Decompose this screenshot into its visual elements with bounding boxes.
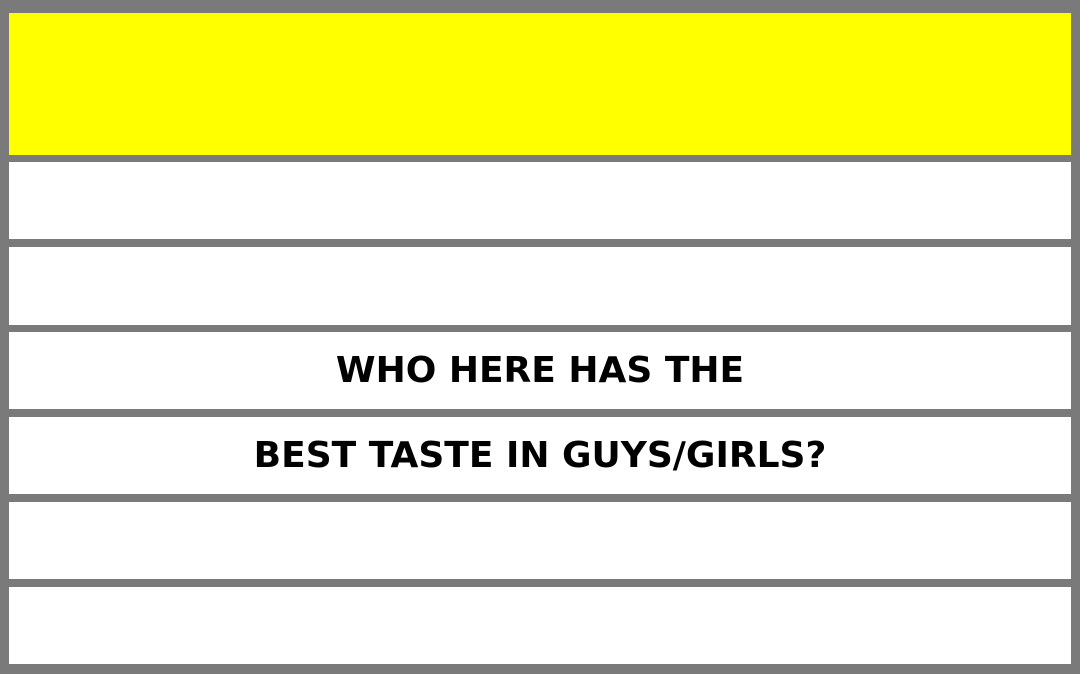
ruled-row-3: WHO HERE HAS THE	[9, 332, 1071, 409]
header-band	[9, 13, 1071, 155]
ruled-row-2	[9, 247, 1071, 325]
ruled-row-6	[9, 587, 1071, 664]
ruled-row-5	[9, 502, 1071, 579]
question-line-1: WHO HERE HAS THE	[335, 350, 745, 391]
ruled-row-1	[9, 162, 1071, 239]
notepad-card: WHO HERE HAS THE BEST TASTE IN GUYS/GIRL…	[0, 0, 1080, 674]
ruled-row-4: BEST TASTE IN GUYS/GIRLS?	[9, 417, 1071, 494]
question-line-2: BEST TASTE IN GUYS/GIRLS?	[253, 435, 827, 476]
